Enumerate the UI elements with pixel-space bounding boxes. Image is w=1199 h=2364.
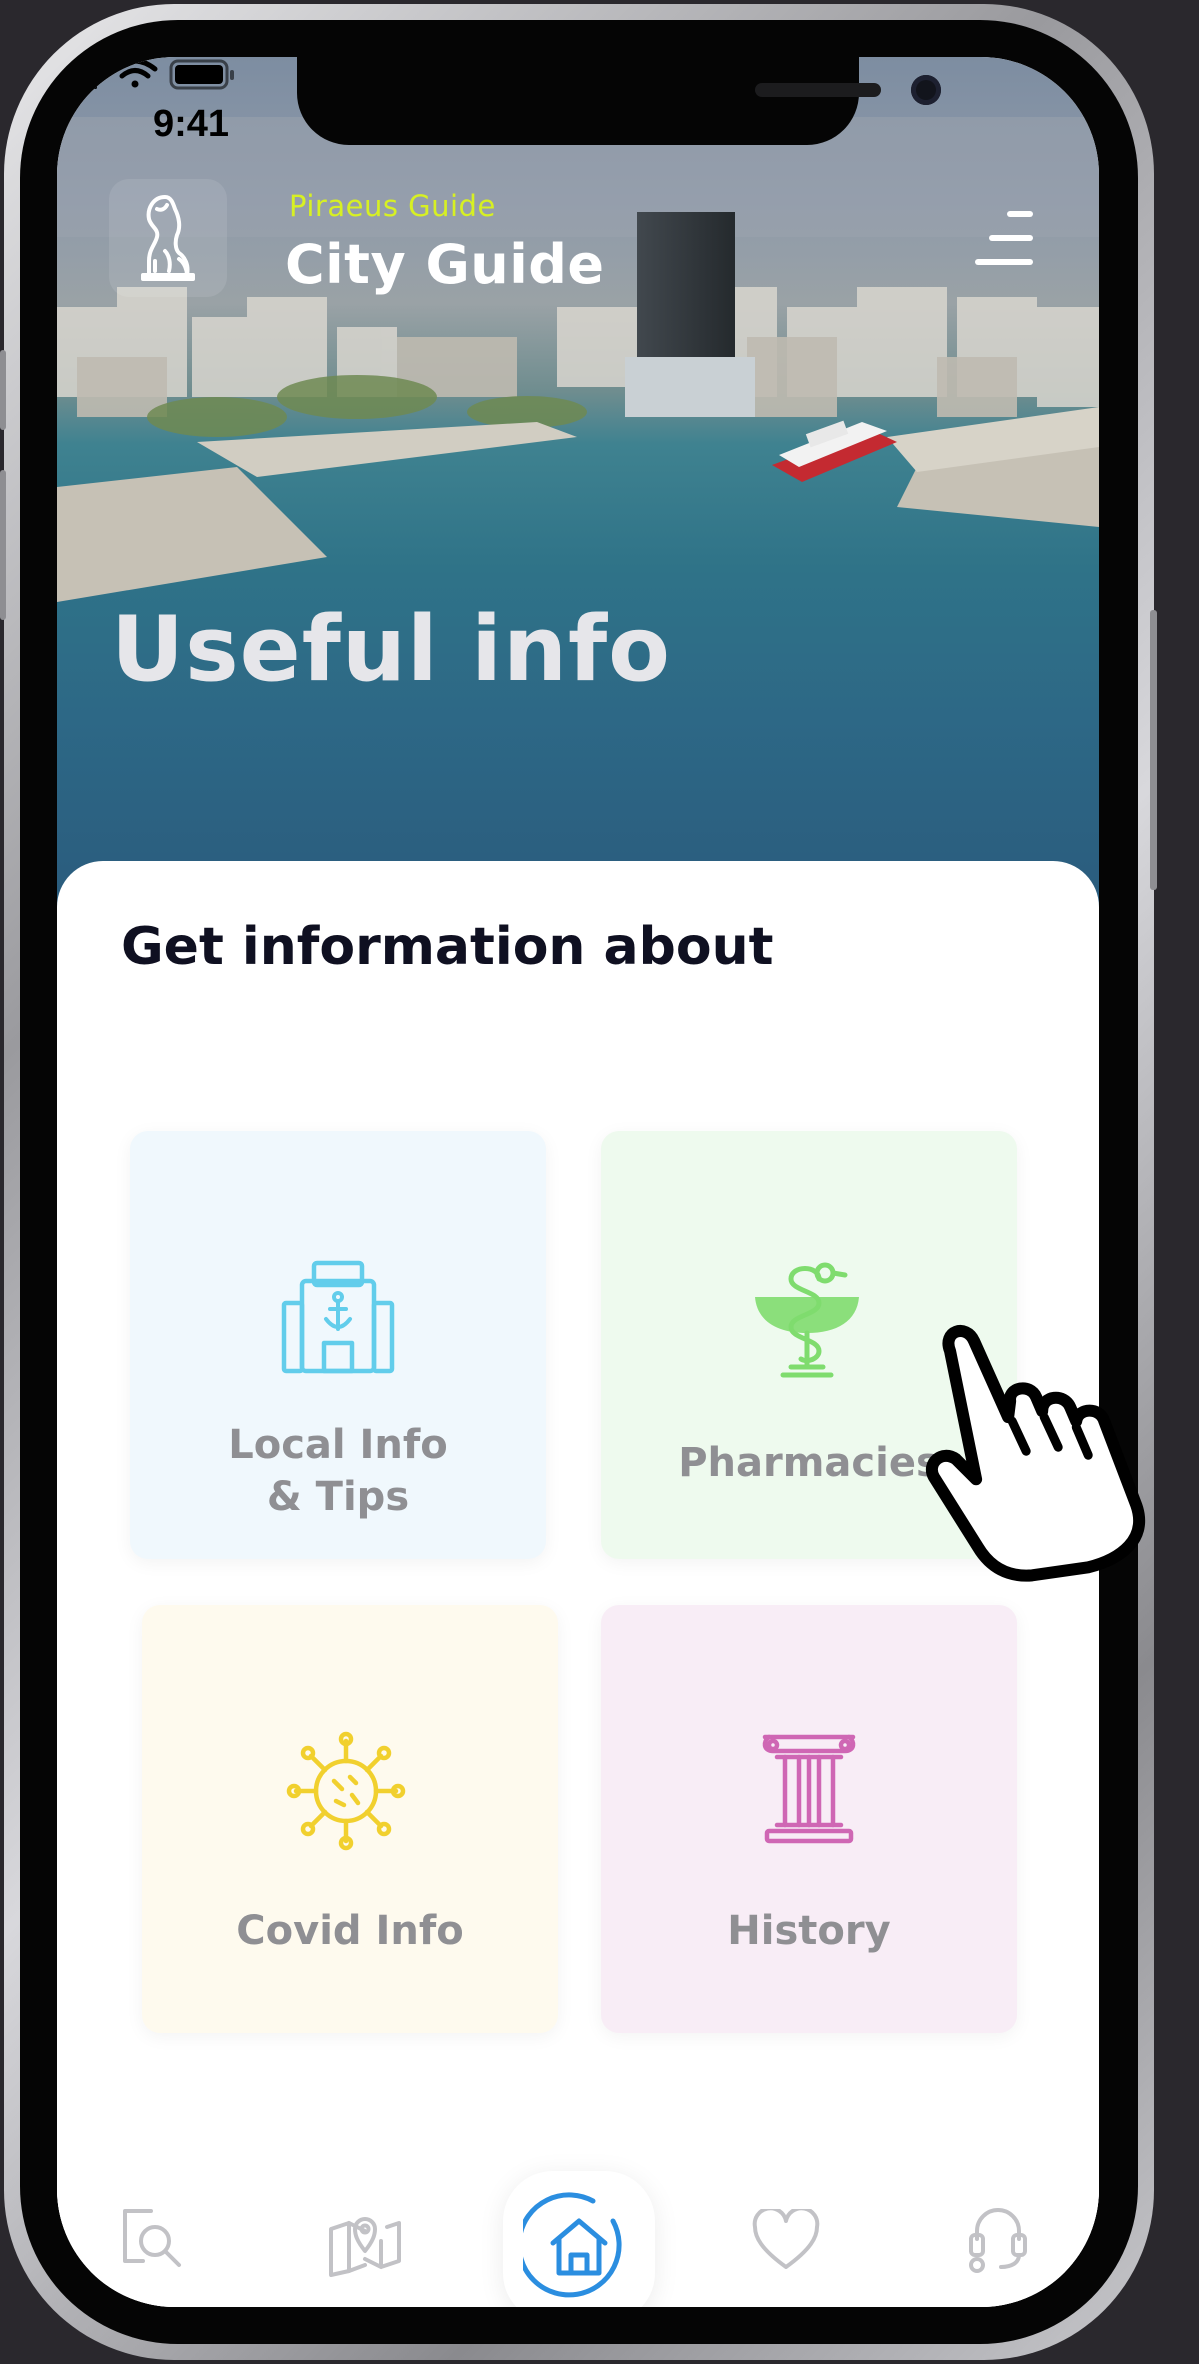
hamburger-menu-icon (1007, 211, 1033, 217)
wifi-icon (112, 58, 158, 88)
home-tab[interactable] (503, 2171, 655, 2307)
map-location-pin-icon[interactable] (327, 2211, 403, 2277)
virus-icon (286, 1731, 406, 1851)
home-icon (523, 2192, 622, 2298)
pharmacy-bowl-of-hygieia-icon (755, 1262, 859, 1378)
card-history[interactable]: History (601, 1605, 1017, 2033)
status-time: 9:41 (153, 103, 230, 145)
battery-icon (169, 59, 234, 90)
card-label: Local Info (228, 1422, 448, 1468)
earpiece-speaker (755, 83, 881, 97)
card-label: History (727, 1908, 891, 1954)
card-label: Covid Info (236, 1908, 464, 1954)
port-building-anchor-icon (281, 1260, 395, 1374)
card-covid-info[interactable]: Covid Info (142, 1605, 558, 2033)
section-title: Get information about (121, 917, 774, 977)
ionic-column-icon (762, 1734, 856, 1844)
front-camera (911, 75, 941, 105)
brand-title: City Guide (285, 233, 605, 296)
brand-subtitle: Piraeus Guide (289, 189, 496, 223)
menu-button[interactable] (973, 211, 1033, 267)
hero-banner: 9:41 Piraeus Guide City Guide Useful inf… (57, 57, 1099, 937)
card-label: & Tips (266, 1474, 410, 1520)
cellular-signal-icon (57, 59, 97, 89)
support-headset-icon[interactable] (963, 2205, 1033, 2275)
heart-icon[interactable] (751, 2209, 821, 2273)
hamburger-menu-icon (989, 235, 1033, 241)
volume-button (0, 470, 6, 620)
bottom-tab-bar (57, 2111, 1099, 2307)
tap-pointer-hand-icon (926, 1325, 1146, 1582)
volume-button (0, 350, 6, 430)
device-notch (297, 57, 941, 145)
search-map-icon[interactable] (121, 2205, 185, 2269)
lion-statue-icon (141, 195, 195, 281)
power-button (1150, 610, 1157, 890)
hamburger-menu-icon (975, 259, 1033, 265)
page-title: Useful info (111, 597, 672, 702)
status-icons (57, 58, 234, 90)
app-logo[interactable] (109, 179, 227, 297)
app-screen: 9:41 Piraeus Guide City Guide Useful inf… (57, 57, 1099, 2307)
card-local-info[interactable]: Local Info & Tips (130, 1131, 546, 1559)
